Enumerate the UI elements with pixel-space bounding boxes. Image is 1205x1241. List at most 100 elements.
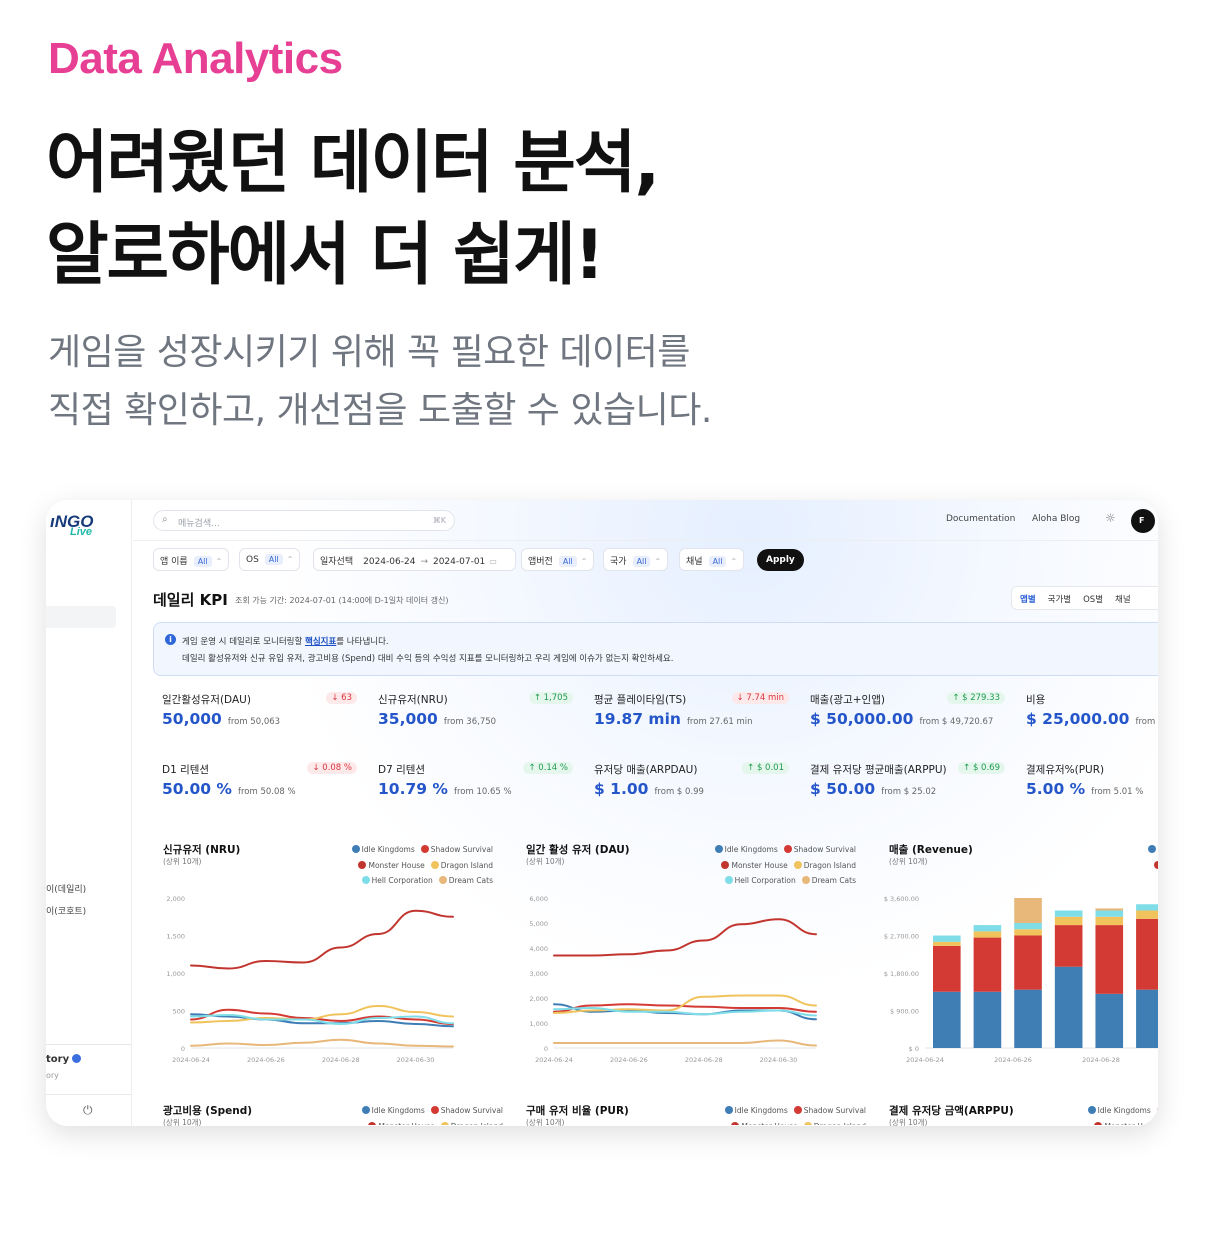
sidebar-item-daily[interactable]: 이(데일리) (46, 882, 86, 895)
series-line (190, 1038, 454, 1048)
legend-item[interactable]: Dream Cats (801, 873, 856, 889)
bar-segment (1095, 908, 1124, 911)
kpi-value: 35,000 from 36,750 (378, 710, 496, 728)
legend-item[interactable]: Hell Corporation (361, 873, 433, 889)
bar-segment (973, 937, 1002, 992)
kpi-value: $ 50,000.00 from $ 49,720.67 (810, 710, 993, 728)
y-tick-label: 6,000 (529, 895, 548, 903)
legend-item[interactable]: Dragon Island (793, 858, 856, 874)
kpi-label: 유저당 매출(ARPDAU) (594, 764, 698, 776)
legend-item[interactable]: Monster House (1094, 1119, 1158, 1126)
kpi-value-text: 19.87 min (594, 710, 681, 728)
legend-item[interactable]: Shadow Survival (430, 1103, 503, 1119)
theme-toggle-icon[interactable]: ☼ (1105, 511, 1116, 525)
kpi-from: from 27.61 min (686, 717, 753, 727)
chart-title: 매출 (Revenue) (889, 844, 973, 856)
legend-item[interactable]: Monster House (368, 1119, 435, 1125)
date-start: 2024-06-24 (363, 557, 416, 567)
sidebar-footer-sub: ory (46, 1071, 59, 1080)
chart-plot: 0 500 1,000 1,500 2,000 2024-06-24 2024-06-26 2… (166, 895, 454, 1064)
info-box: i 게임 운영 시 데일리로 모니터링할 핵심지표를 나타냅니다. 데일리 활성… (153, 622, 1158, 676)
search-shortcut: ⌘K (432, 516, 446, 525)
tab-by-country[interactable]: 국가별 (1048, 595, 1071, 605)
legend-label: Dream Cats (448, 876, 493, 885)
info-line-2: 데일리 활성유저와 신규 유입 유저, 광고비용 (Spend) 대비 수익 등… (182, 654, 674, 664)
tab-by-app[interactable]: 앱별 (1020, 595, 1036, 605)
legend-item[interactable]: Dragon Island (440, 1119, 503, 1125)
y-tick-label: 2,000 (529, 995, 548, 1003)
legend-dot (724, 1106, 733, 1114)
chart-plot: 0 1,000 2,000 3,000 4,000 5,000 6,000 2024-06-2… (529, 895, 817, 1064)
sidebar-divider-2 (46, 1094, 132, 1095)
search-box[interactable]: ⌕ 메뉴검색... ⌘K (153, 510, 455, 531)
info-link[interactable]: 핵심지표 (305, 637, 336, 647)
x-tick-label: 2024-06-30 (397, 1056, 435, 1064)
kpi-delta-badge: ↓ 0.08 % (307, 762, 357, 774)
filter-app-name[interactable]: 앱 이름 All ⌃ (153, 548, 230, 571)
bar-segment (1095, 910, 1124, 917)
legend-item[interactable]: Shadow Survival (793, 1103, 866, 1119)
legend-label: Monster House (1104, 1122, 1158, 1126)
x-tick-label: 2024-06-26 (610, 1056, 648, 1064)
legend-item[interactable]: Hell Corporation (724, 873, 796, 889)
legend-dot (1154, 860, 1158, 869)
aloha-blog-link[interactable]: Aloha Blog (1032, 514, 1080, 524)
legend-dot (358, 860, 367, 869)
legend-item[interactable]: Idle Kingdoms (714, 842, 778, 858)
filter-chip: All (558, 556, 577, 567)
legend-item[interactable]: Dream Cats (438, 873, 493, 889)
legend-item[interactable]: Monster House (721, 858, 788, 874)
kpi-from: from $ 25.02 (881, 787, 937, 797)
kpi-value-text: 35,000 (378, 710, 438, 728)
filter-country[interactable]: 국가 All ⌃ (603, 548, 669, 571)
filter-label: 앱 이름 (160, 557, 188, 567)
arrow-right-icon: → (420, 557, 428, 567)
sidebar-item-cohort[interactable]: 이(코호트) (46, 904, 86, 917)
verified-icon (72, 1054, 82, 1063)
legend-dot (420, 845, 429, 853)
sidebar-active-highlight[interactable] (46, 606, 116, 628)
legend-item[interactable]: Idle Kingdoms (351, 842, 415, 858)
search-placeholder: 메뉴검색... (178, 519, 220, 529)
filter-label: 일자선택 (320, 557, 354, 567)
kpi-from: from 36,750 (443, 717, 497, 727)
legend-item[interactable]: Idle Kingdoms (1147, 842, 1158, 858)
x-tick-label: 2024-06-24 (172, 1056, 210, 1064)
filter-app-version[interactable]: 앱버전 All ⌃ (521, 548, 595, 571)
filter-os[interactable]: OS All ⌃ (239, 548, 301, 571)
y-tick-label: $ 1,800.00 (884, 970, 919, 978)
legend-item[interactable]: Monster House (731, 1119, 798, 1125)
legend-item[interactable]: Monster House (1154, 858, 1158, 874)
x-tick-label: 2024-06-28 (685, 1056, 723, 1064)
search-icon: ⌕ (162, 514, 168, 525)
kpi-value-text: $ 1.00 (594, 780, 649, 798)
bar-segment (933, 935, 961, 942)
apply-button[interactable]: Apply (757, 549, 804, 571)
legend-item[interactable]: Shadow Survival (783, 842, 856, 858)
y-tick-label: 5,000 (529, 920, 548, 928)
legend-item[interactable]: Dragon Island (430, 858, 493, 874)
kpi-label: D1 리텐션 (162, 764, 210, 776)
avatar[interactable]: F (1131, 509, 1155, 533)
filter-date-range[interactable]: 일자선택 2024-06-24 → 2024-07-01 ▭ (313, 548, 516, 571)
documentation-link[interactable]: Documentation (946, 514, 1015, 524)
tab-by-os[interactable]: OS별 (1083, 595, 1103, 605)
bar-segment (973, 925, 1002, 932)
filter-label: 국가 (610, 557, 627, 567)
sidebar-footer-title[interactable]: tory (46, 1054, 82, 1065)
tab-by-channel[interactable]: 채널 (1115, 595, 1131, 605)
legend-item[interactable]: Idle Kingdoms (1087, 1103, 1151, 1119)
filter-label: 채널 (686, 557, 703, 567)
next-chart-subtitle-spend: (상위 10개) (163, 1118, 202, 1126)
x-tick-label: 2024-06-24 (906, 1056, 944, 1064)
legend-item[interactable]: Shadow Survival (1156, 1103, 1158, 1119)
legend-item[interactable]: Dragon Island (803, 1119, 866, 1125)
filter-channel[interactable]: 채널 All ⌃ (679, 548, 745, 571)
legend-dot (803, 1121, 812, 1125)
power-icon[interactable]: ⏻ (83, 1103, 93, 1118)
legend-item[interactable]: Monster House (358, 858, 425, 874)
legend-dot (793, 1106, 802, 1114)
legend-item[interactable]: Idle Kingdoms (361, 1103, 425, 1119)
legend-item[interactable]: Shadow Survival (420, 842, 493, 858)
legend-item[interactable]: Idle Kingdoms (724, 1103, 788, 1119)
